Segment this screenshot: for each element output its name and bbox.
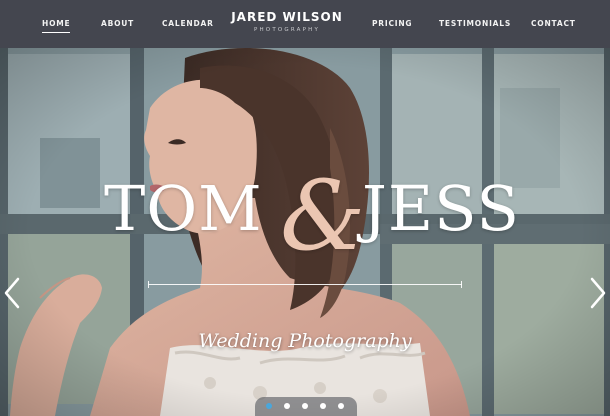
chevron-left-icon[interactable]: [2, 276, 24, 310]
slider-dot-5[interactable]: [338, 403, 344, 409]
site-header: HOME ABOUT CALENDAR JARED WILSON PHOTOGR…: [0, 0, 610, 48]
headline-divider: [148, 281, 462, 288]
slider-dot-4[interactable]: [320, 403, 326, 409]
headline-ampersand: &: [280, 160, 366, 272]
brand-name: JARED WILSON: [231, 10, 343, 24]
hero-subtitle: Wedding Photography: [198, 330, 412, 352]
nav-item-calendar[interactable]: CALENDAR: [162, 19, 214, 28]
nav-item-home[interactable]: HOME: [42, 19, 71, 33]
brand-tagline: PHOTOGRAPHY: [253, 27, 321, 33]
nav-item-pricing[interactable]: PRICING: [372, 19, 412, 28]
slider-pager: [255, 397, 357, 416]
slider-dot-1[interactable]: [266, 403, 272, 409]
nav-item-about[interactable]: ABOUT: [101, 19, 134, 28]
headline-name-left: TOM: [104, 172, 263, 245]
hero-headline: TOM & JESS: [0, 168, 610, 264]
nav-item-contact[interactable]: CONTACT: [531, 19, 576, 28]
slider-dot-2[interactable]: [284, 403, 290, 409]
headline-name-right: JESS: [362, 172, 520, 245]
chevron-right-icon[interactable]: [586, 276, 608, 310]
page: HOME ABOUT CALENDAR JARED WILSON PHOTOGR…: [0, 0, 610, 416]
slider-dot-3[interactable]: [302, 403, 308, 409]
nav-item-testimonials[interactable]: TESTIMONIALS: [439, 19, 511, 28]
brand-logo[interactable]: JARED WILSON PHOTOGRAPHY: [222, 10, 352, 33]
